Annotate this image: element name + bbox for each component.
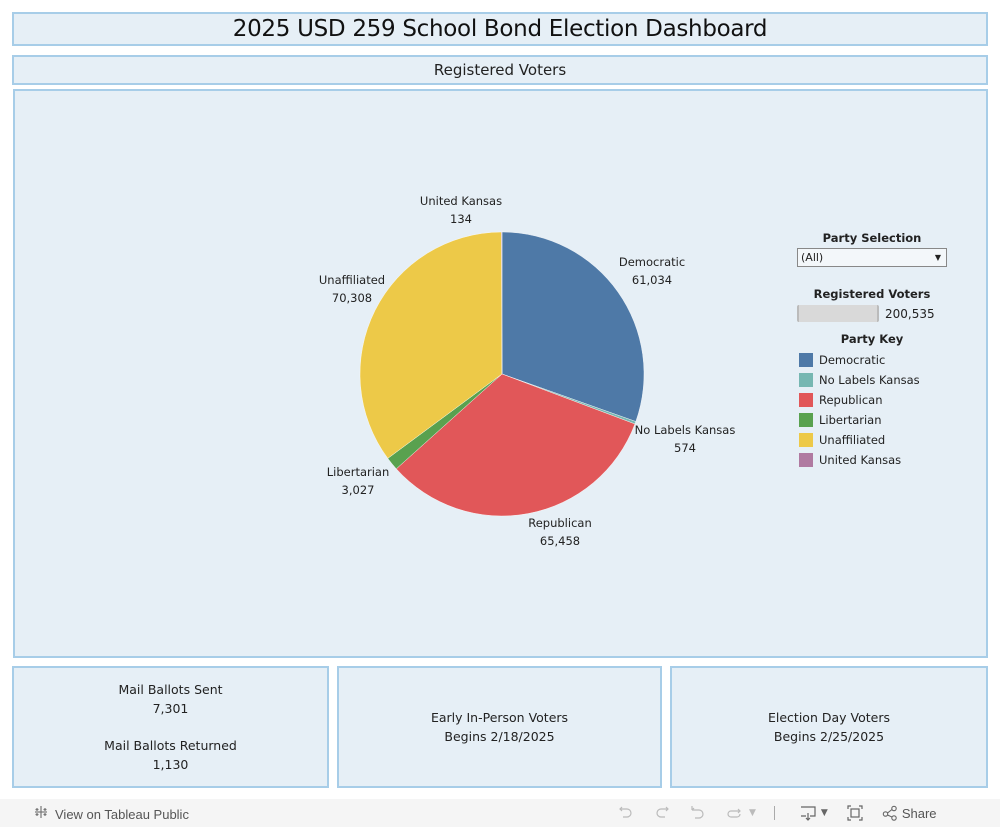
- pie-label-no-labels-kansas: No Labels Kansas: [635, 423, 736, 437]
- pie-value-unaffiliated: 70,308: [332, 291, 372, 305]
- registered-voters-value: 200,535: [885, 306, 935, 321]
- legend-swatch: [799, 433, 813, 447]
- view-on-tableau-link[interactable]: View on Tableau Public: [33, 804, 189, 824]
- election-day-panel: Election Day Voters Begins 2/25/2025: [670, 666, 988, 788]
- registered-voters-bar: [797, 305, 879, 322]
- pie-label-unaffiliated: Unaffiliated: [319, 273, 385, 287]
- legend-item-republican[interactable]: Republican: [797, 390, 957, 410]
- legend-swatch: [799, 373, 813, 387]
- legend-item-unaffiliated[interactable]: Unaffiliated: [797, 430, 957, 450]
- legend-swatch: [799, 453, 813, 467]
- legend-item-libertarian[interactable]: Libertarian: [797, 410, 957, 430]
- legend-label: Democratic: [819, 353, 886, 367]
- undo-icon[interactable]: [617, 804, 635, 822]
- mail-sent-value: 7,301: [152, 701, 189, 716]
- toolbar-divider: [773, 806, 775, 820]
- fullscreen-icon[interactable]: [846, 804, 864, 822]
- legend-label: Republican: [819, 393, 883, 407]
- pie-value-democratic: 61,034: [632, 273, 672, 287]
- registered-voters-row: 200,535: [797, 305, 957, 322]
- share-icon: [882, 805, 897, 821]
- pie-value-united-kansas: 134: [450, 212, 472, 226]
- tableau-logo-icon: [33, 804, 49, 824]
- share-label: Share: [901, 805, 937, 821]
- election-day-value: Begins 2/25/2025: [773, 729, 885, 744]
- dashboard-title-panel: 2025 USD 259 School Bond Election Dashbo…: [12, 12, 988, 46]
- party-selection-value: (All): [801, 251, 824, 264]
- mail-returned-label: Mail Ballots Returned: [104, 738, 237, 753]
- legend-label: Unaffiliated: [819, 433, 886, 447]
- pie-label-republican: Republican: [528, 516, 592, 530]
- legend-swatch: [799, 353, 813, 367]
- tableau-toolbar: View on Tableau Public ▼ ▼ Share: [0, 799, 1000, 827]
- legend-label: Libertarian: [819, 413, 882, 427]
- legend-item-no-labels-kansas[interactable]: No Labels Kansas: [797, 370, 957, 390]
- early-voters-value: Begins 2/18/2025: [444, 729, 555, 744]
- legend-item-united-kansas[interactable]: United Kansas: [797, 450, 957, 470]
- party-selection-dropdown[interactable]: (All) ▼: [797, 248, 947, 267]
- party-selection-title: Party Selection: [822, 231, 922, 245]
- legend-swatch: [799, 413, 813, 427]
- mail-returned-value: 1,130: [152, 757, 189, 772]
- election-day-label: Election Day Voters: [768, 710, 890, 725]
- download-dropdown-icon[interactable]: ▼: [821, 808, 828, 818]
- party-key-legend: Democratic No Labels Kansas Republican L…: [797, 350, 957, 470]
- pie-value-republican: 65,458: [540, 534, 580, 548]
- mail-sent-label: Mail Ballots Sent: [118, 682, 223, 697]
- legend-item-democratic[interactable]: Democratic: [797, 350, 957, 370]
- legend-label: United Kansas: [819, 453, 902, 467]
- legend-label: No Labels Kansas: [819, 373, 920, 387]
- refresh-icon[interactable]: [725, 804, 743, 822]
- controls-panel: Party Selection (All) ▼ Registered Voter…: [797, 231, 957, 470]
- dashboard-title: 2025 USD 259 School Bond Election Dashbo…: [232, 16, 768, 42]
- registered-voters-panel: Democratic 61,034 No Labels Kansas 574 Repub…: [13, 89, 988, 658]
- refresh-dropdown-icon[interactable]: ▼: [749, 808, 756, 818]
- pie-label-libertarian: Libertarian: [327, 465, 390, 479]
- legend-swatch: [799, 393, 813, 407]
- pie-value-no-labels-kansas: 574: [674, 441, 696, 455]
- party-key-title: Party Key: [840, 332, 904, 346]
- pie-value-libertarian: 3,027: [342, 483, 375, 497]
- early-voters-panel: Early In-Person Voters Begins 2/18/2025: [337, 666, 662, 788]
- dropdown-arrow-icon[interactable]: ▼: [935, 253, 941, 262]
- view-on-tableau-label: View on Tableau Public: [55, 806, 189, 822]
- share-button[interactable]: Share: [882, 805, 937, 821]
- revert-icon[interactable]: [689, 804, 707, 822]
- early-voters-label: Early In-Person Voters: [430, 710, 569, 725]
- registered-voters-title: Registered Voters: [813, 287, 931, 301]
- pie-label-united-kansas: United Kansas: [420, 194, 502, 208]
- section-title: Registered Voters: [433, 61, 567, 79]
- mail-ballots-panel: Mail Ballots Sent 7,301 Mail Ballots Ret…: [12, 666, 329, 788]
- redo-icon[interactable]: [653, 804, 671, 822]
- download-icon[interactable]: [799, 804, 817, 822]
- pie-label-democratic: Democratic: [619, 255, 685, 269]
- section-title-panel: Registered Voters: [12, 55, 988, 85]
